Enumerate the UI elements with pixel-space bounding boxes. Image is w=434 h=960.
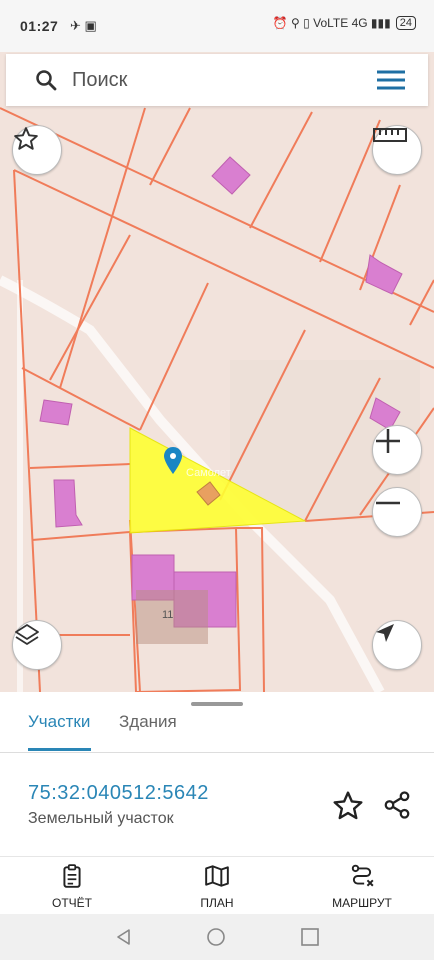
parcel-label: 11 [162,609,173,621]
clock: 01:27 [20,18,59,34]
recents-icon[interactable] [300,927,320,947]
zoom-out-button[interactable] [372,487,422,537]
map-canvas[interactable]: 11 Самолет [0,52,434,692]
back-icon[interactable] [114,927,134,947]
menu-icon[interactable] [376,68,406,92]
status-bar: 01:27 ✈ ▣ ⏰ ⚲ ▯ VoLTE 4G ▮▮▮ 24 [0,0,434,52]
parcel-type: Земельный участок [28,810,174,827]
clipboard-icon [63,864,81,888]
nav-report-label: ОТЧЁТ [51,896,92,910]
nav-report[interactable]: ОТЧЁТ [22,863,122,910]
nav-plan[interactable]: ПЛАН [167,863,267,910]
route-icon [351,864,374,887]
star-icon [14,127,38,150]
search-icon [36,70,57,91]
zoom-in-button[interactable] [372,425,422,475]
building [39,399,73,426]
system-status-icons: ⏰ ⚲ ▯ VoLTE 4G ▮▮▮ 24 [273,16,416,30]
home-icon[interactable] [206,927,226,947]
nav-route-label: МАРШРУТ [332,896,392,910]
search-input[interactable]: Поиск [72,69,127,92]
nav-plan-label: ПЛАН [200,896,234,910]
my-location-button[interactable] [372,620,422,670]
nav-route[interactable]: МАРШРУТ [312,863,412,910]
navigation-arrow-icon [376,624,394,642]
notification-icons: ✈ ▣ [70,18,97,33]
parcel-cadastral-number[interactable]: 75:32:040512:5642 [28,782,209,805]
ruler-button[interactable] [372,125,422,175]
map-icon [205,865,229,887]
favorites-map-button[interactable] [12,125,62,175]
status-indicators: ⏰ ⚲ ▯ VoLTE 4G ▮▮▮ [272,16,391,30]
ruler-icon [373,128,407,142]
active-tab-indicator [28,748,91,751]
share-icon[interactable] [382,790,412,820]
tab-parcels[interactable]: Участки [28,712,90,732]
tab-buildings[interactable]: Здания [119,712,177,732]
panel-tabs: Участки Здания [0,708,434,753]
bottom-navigation: ОТЧЁТ ПЛАН МАРШРУТ [0,856,434,915]
plus-icon [376,429,400,453]
cadastral-map[interactable]: 11 Самолет [0,52,434,692]
layers-button[interactable] [12,620,62,670]
layers-icon [15,624,39,645]
battery-icon: 24 [395,16,416,30]
watermark: Самолет [186,467,231,479]
star-icon[interactable] [332,790,364,822]
minus-icon [376,501,400,505]
search-bar[interactable]: Поиск [6,54,428,106]
system-navigation-bar [0,914,434,960]
drag-handle[interactable] [191,702,243,706]
